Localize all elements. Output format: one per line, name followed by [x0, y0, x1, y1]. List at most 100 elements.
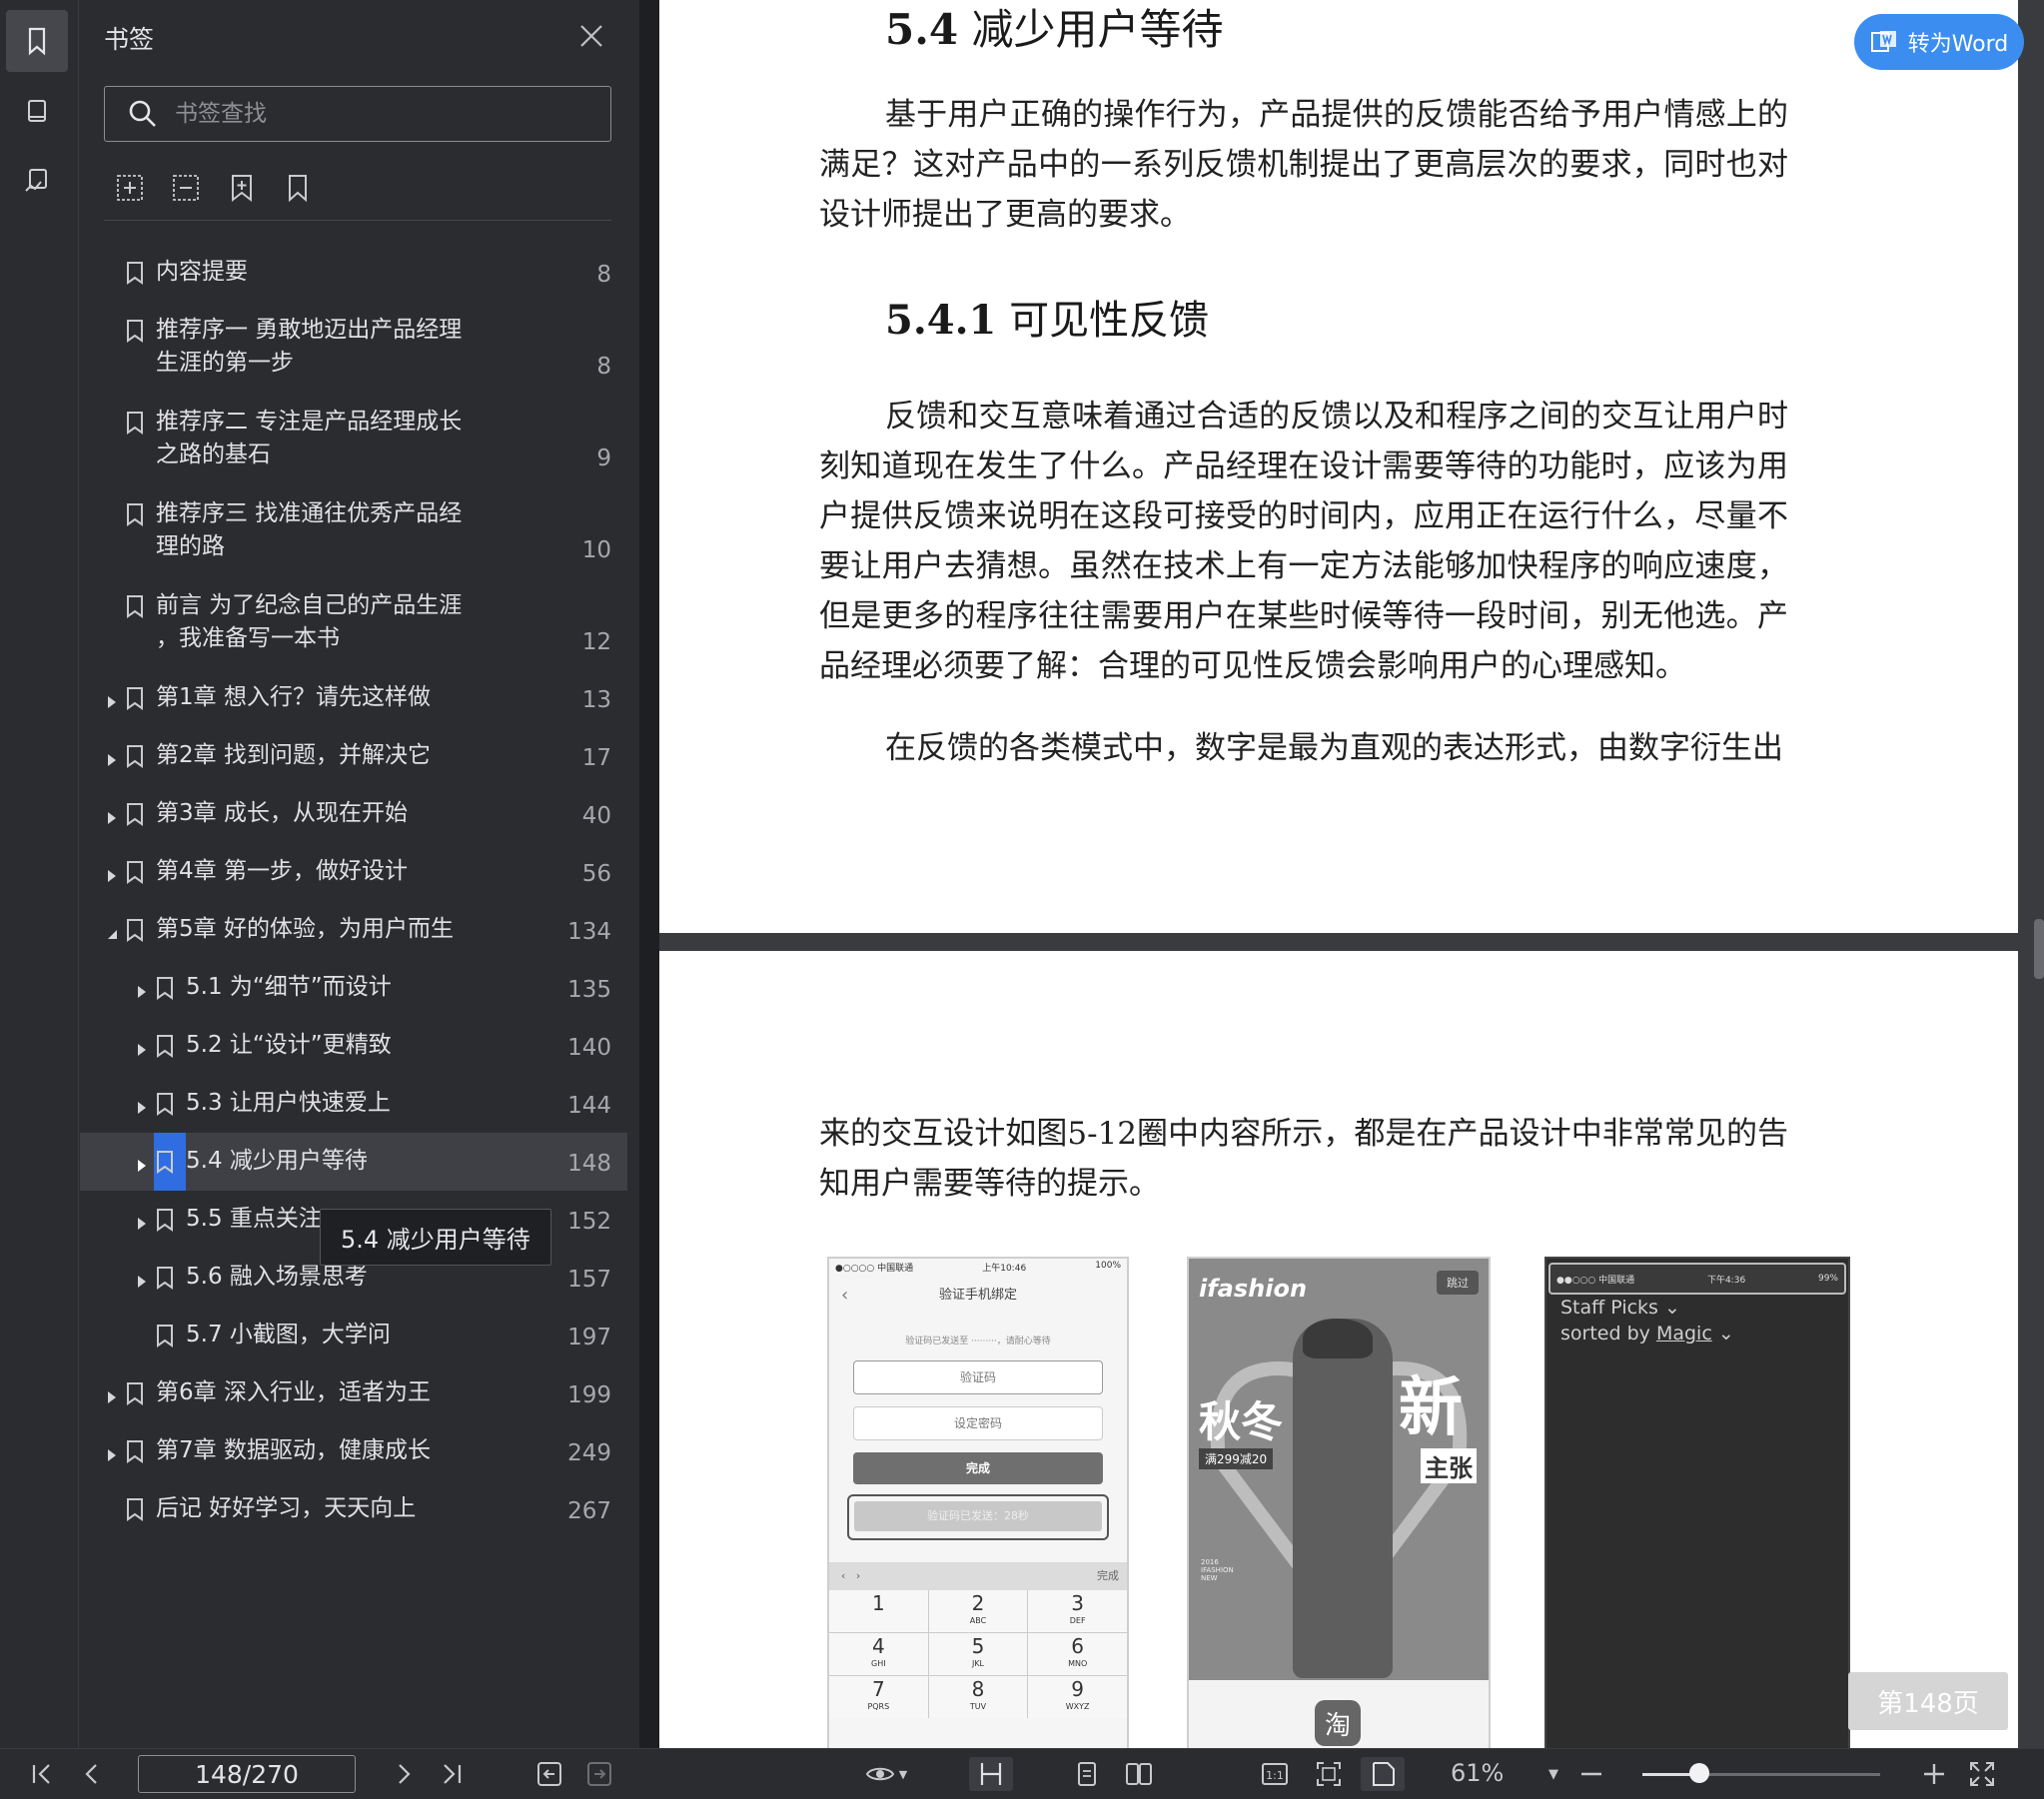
countdown-button: 验证码已发送：28秒 [854, 1501, 1102, 1531]
bookmark-page-number: 10 [581, 537, 611, 563]
back-chevron-icon: ‹ [841, 1285, 849, 1306]
bookmark-item[interactable]: 第2章 找到问题，并解决它 17 [80, 727, 627, 785]
bookmark-settings-button[interactable] [282, 172, 314, 204]
bookmark-item[interactable]: 第6章 深入行业，适者为王 199 [80, 1364, 627, 1422]
minus-icon [1581, 1772, 1601, 1776]
caret-collapsed-icon[interactable] [134, 1038, 150, 1056]
phone-screenshot-verification: ●○○○○ 中国联通 上午10:46 100% ‹ 验证手机绑定 验证码已发送至… [827, 1257, 1129, 1748]
bookmark-item[interactable]: 推荐序二 专注是产品经理成长 之路的基石 9 [80, 394, 627, 485]
bookmark-page-number: 249 [567, 1440, 611, 1466]
document-view[interactable]: 5.4 减少用户等待 基于用户正确的操作行为，产品提供的反馈能否给予用户情感上的… [659, 0, 2044, 1748]
single-page-button[interactable] [1067, 1757, 1107, 1791]
caret-expanded-icon[interactable] [104, 922, 120, 939]
bookmark-icon [156, 1208, 174, 1232]
go-forward-button[interactable] [579, 1757, 619, 1791]
bookmark-icon [126, 502, 144, 526]
annotation-icon [25, 169, 47, 192]
reading-mode-button[interactable]: ▼ [857, 1757, 915, 1791]
bookmark-label: 5.5 重点关注 [186, 1206, 322, 1232]
caret-collapsed-icon[interactable] [104, 806, 120, 824]
continuous-scroll-button[interactable] [969, 1757, 1013, 1791]
add-bookmark-button[interactable] [114, 172, 146, 204]
keyboard-arrows-icon: ‹ › [841, 1569, 861, 1582]
search-icon [129, 100, 156, 127]
actual-size-button[interactable]: 1:1 [1255, 1757, 1295, 1791]
bookmark-page-number: 12 [581, 629, 611, 655]
bookmark-item[interactable]: 第1章 想入行？请先这样做 13 [80, 669, 627, 727]
caret-collapsed-icon[interactable] [134, 980, 150, 998]
fullscreen-button[interactable] [1964, 1757, 2000, 1791]
bookmark-icon [156, 976, 174, 1000]
bookmark-item[interactable]: 推荐序三 找准通往优秀产品经 理的路 10 [80, 485, 627, 577]
bookmark-page-number: 40 [581, 803, 611, 829]
zoom-slider-handle[interactable] [1689, 1763, 1710, 1783]
caret-collapsed-icon[interactable] [134, 1212, 150, 1230]
zoom-in-button[interactable] [1918, 1757, 1950, 1791]
next-page-button[interactable] [384, 1757, 424, 1791]
panel-splitter[interactable] [639, 0, 659, 1748]
section-number: 5.4 [885, 5, 959, 54]
bookmark-icon [126, 411, 144, 435]
bookmark-page-number: 8 [596, 354, 611, 380]
go-back-button[interactable] [529, 1757, 569, 1791]
caret-collapsed-icon[interactable] [134, 1270, 150, 1288]
bookmark-item[interactable]: 第7章 数据驱动，健康成长 249 [80, 1422, 627, 1480]
bookmark-panel-button[interactable] [6, 10, 68, 72]
bookmark-item[interactable]: 前言 为了纪念自己的产品生涯 ，我准备写一本书 12 [80, 577, 627, 669]
close-panel-button[interactable] [573, 18, 609, 54]
zoom-level[interactable]: 61% [1451, 1759, 1504, 1787]
keypad-letters: ABC [969, 1616, 987, 1625]
add-sub-bookmark-button[interactable] [226, 172, 258, 204]
bookmark-item[interactable]: 推荐序一 勇敢地迈出产品经理 生涯的第一步 8 [80, 302, 627, 394]
fit-width-button[interactable] [1361, 1757, 1405, 1791]
fit-page-button[interactable] [1309, 1757, 1349, 1791]
zoom-out-button[interactable] [1576, 1757, 1606, 1791]
caret-collapsed-icon[interactable] [104, 1443, 120, 1461]
annotation-panel-button[interactable] [6, 150, 68, 212]
done-button: 完成 [853, 1452, 1103, 1484]
caret-collapsed-icon[interactable] [104, 864, 120, 882]
word-convert-icon [1870, 31, 1896, 52]
caret-collapsed-icon[interactable] [104, 1385, 120, 1403]
two-page-button[interactable] [1119, 1757, 1159, 1791]
bookmark-item[interactable]: 5.7 小截图，大学问 197 [80, 1307, 627, 1364]
bookmark-search-box[interactable] [104, 86, 611, 142]
bookmark-item[interactable]: 5.2 让“设计”更精致 140 [80, 1017, 627, 1075]
bookmark-search-input[interactable] [173, 100, 596, 128]
bookmark-item[interactable]: 后记 好好学习，天天向上 267 [80, 1480, 627, 1538]
bookmark-item[interactable]: 5.3 让用户快速爱上 144 [80, 1075, 627, 1133]
zoom-slider[interactable] [1642, 1773, 1880, 1776]
bookmark-item[interactable]: 第5章 好的体验，为用户而生 134 [80, 901, 627, 959]
keypad-digit: 9 [1071, 1677, 1085, 1701]
skip-button: 跳过 [1437, 1271, 1479, 1295]
bookmark-item[interactable]: 第3章 成长，从现在开始 40 [80, 785, 627, 843]
bookmark-item[interactable]: 第4章 第一步，做好设计 56 [80, 843, 627, 901]
last-page-button[interactable] [432, 1757, 472, 1791]
bookmark-item[interactable]: 5.1 为“细节”而设计 135 [80, 959, 627, 1017]
page-number-input[interactable] [138, 1755, 356, 1793]
caret-collapsed-icon[interactable] [104, 748, 120, 766]
convert-to-word-label: 转为Word [1907, 32, 2009, 57]
caret-collapsed-icon[interactable] [134, 1096, 150, 1114]
remove-bookmark-button[interactable] [170, 172, 202, 204]
bookmark-item[interactable]: 5.4 减少用户等待 148 [80, 1133, 627, 1191]
screen-title: 验证手机绑定 [938, 1288, 1017, 1303]
keypad-key: 9 WXYZ [1028, 1676, 1127, 1718]
thumbnail-panel-button[interactable] [6, 80, 68, 142]
caret-collapsed-icon[interactable] [134, 1154, 150, 1172]
bookmark-label: 内容提要 [156, 259, 248, 285]
bookmark-icon [28, 27, 46, 56]
eye-icon [865, 1767, 894, 1781]
first-page-button[interactable] [22, 1757, 62, 1791]
convert-to-word-button[interactable]: 转为Word [1854, 14, 2024, 70]
bookmark-toolbar [114, 172, 314, 204]
keypad-key: 4 GHI [829, 1633, 928, 1675]
previous-page-button[interactable] [72, 1757, 112, 1791]
bookmark-icon [126, 594, 144, 618]
vertical-scrollbar[interactable] [2034, 919, 2044, 979]
bookmark-panel: 书签 内容提要 8 推荐序一 勇敢地迈出产品经理 生涯的第一步 8 推荐序二 专注是产品… [80, 0, 639, 1748]
zoom-dropdown-icon[interactable]: ▼ [1538, 1757, 1568, 1791]
bookmark-item[interactable]: 内容提要 8 [80, 244, 627, 302]
bookmark-plus-icon [232, 175, 252, 203]
caret-collapsed-icon[interactable] [104, 690, 120, 708]
